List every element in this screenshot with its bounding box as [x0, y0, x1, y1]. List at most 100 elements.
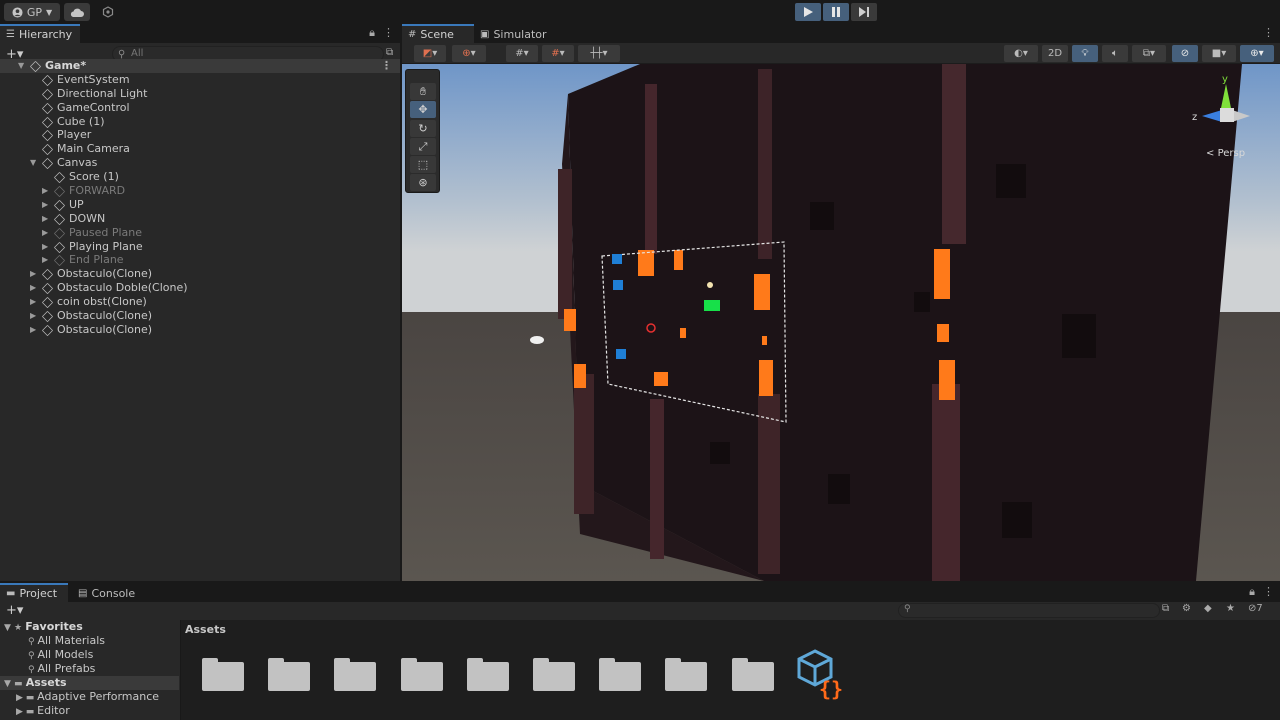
draw-mode-dropdown[interactable]: ◩ ▾ — [414, 45, 446, 62]
transform-tool-button[interactable]: ⊛ — [410, 174, 436, 191]
hierarchy-row[interactable]: ▶ Obstaculo(Clone) — [0, 323, 400, 337]
tab-project[interactable]: ▬ Project — [0, 583, 68, 602]
collapse-arrow-icon[interactable]: ▶ — [30, 309, 36, 323]
toggle-2d-button[interactable]: 2D — [1042, 45, 1068, 62]
folder-icon[interactable] — [202, 658, 244, 691]
collapse-arrow-icon[interactable]: ▶ — [30, 323, 36, 337]
scene-viewport[interactable]: ✋︎ ✥ ↻ ⤢ ⬚ ⊛ y z < Persp — [402, 64, 1280, 581]
ruler-dropdown[interactable]: ┼┼ ▾ — [578, 45, 620, 62]
tab-simulator[interactable]: ▣ Simulator — [474, 24, 554, 43]
global-local-dropdown[interactable]: ⊕ ▾ — [452, 45, 486, 62]
cloud-button[interactable] — [64, 3, 90, 21]
folder-icon[interactable] — [466, 658, 509, 691]
folder-icon[interactable] — [665, 658, 708, 691]
project-search-input[interactable]: ⚲ — [898, 603, 1160, 618]
hierarchy-row[interactable]: ▼ Canvas — [0, 156, 400, 170]
project-tree-item[interactable]: ⚲ All Prefabs — [0, 662, 179, 676]
collapse-arrow-icon[interactable]: ▶ — [42, 184, 48, 198]
orientation-gizmo[interactable]: y z — [1192, 70, 1272, 160]
hierarchy-row[interactable]: Directional Light — [0, 87, 400, 101]
grid-snap-dropdown[interactable]: # ▾ — [506, 45, 538, 62]
hand-tool-button[interactable]: ✋︎ — [410, 83, 436, 100]
tab-hierarchy[interactable]: ☰ Hierarchy — [0, 24, 81, 43]
scene-menu-icon[interactable]: ⋮ — [381, 59, 392, 73]
collapse-arrow-icon[interactable]: ▶ — [42, 253, 48, 267]
favorite-star-icon[interactable]: ★ — [1226, 603, 1235, 614]
collapse-arrow-icon[interactable]: ▶ — [30, 281, 36, 295]
collab-button[interactable] — [95, 3, 121, 21]
project-tree-item[interactable]: ⚲ All Materials — [0, 634, 179, 648]
hierarchy-row[interactable]: ▶ coin obst(Clone) — [0, 295, 400, 309]
hierarchy-row[interactable]: EventSystem — [0, 73, 400, 87]
project-tree-item[interactable]: ▼ ★ Favorites — [0, 620, 179, 634]
audio-toggle[interactable]: 🔈︎ — [1102, 45, 1128, 62]
tab-scene[interactable]: # Scene — [402, 24, 474, 43]
hierarchy-row[interactable]: ▶ FORWARD — [0, 184, 400, 198]
project-tree-item[interactable]: ▼ ▬ Assets — [0, 676, 179, 690]
lock-icon[interactable]: 🔒︎ — [369, 26, 375, 40]
rect-tool-button[interactable]: ⬚ — [410, 156, 436, 173]
hierarchy-row[interactable]: ▶ UP — [0, 198, 400, 212]
folder-icon[interactable] — [334, 658, 377, 691]
hierarchy-row[interactable]: Main Camera — [0, 142, 400, 156]
move-tool-button[interactable]: ✥ — [410, 101, 436, 118]
filter-by-label-icon[interactable]: ◆ — [1204, 603, 1212, 614]
collapse-arrow-icon[interactable]: ▶ — [42, 240, 48, 254]
folder-icon[interactable] — [599, 658, 642, 691]
perspective-label[interactable]: < Persp — [1206, 148, 1245, 159]
hierarchy-row[interactable]: ▶ Paused Plane — [0, 226, 400, 240]
breadcrumb[interactable]: Assets — [185, 623, 226, 636]
collapse-arrow-icon[interactable]: ▶ — [30, 267, 36, 281]
pause-button[interactable] — [823, 3, 849, 21]
collapse-arrow-icon[interactable]: ▶ — [42, 226, 48, 240]
play-button[interactable] — [795, 3, 821, 21]
camera-dropdown[interactable]: ■ ▾ — [1202, 45, 1236, 62]
lighting-toggle[interactable]: 💡︎ — [1072, 45, 1098, 62]
hierarchy-row[interactable]: GameControl — [0, 101, 400, 115]
gizmos-dropdown[interactable]: ⊕ ▾ — [1240, 45, 1274, 62]
kebab-menu-icon[interactable]: ⋮ — [1263, 26, 1274, 39]
scale-tool-button[interactable]: ⤢ — [410, 138, 436, 155]
hierarchy-panel: ☰ Hierarchy 🔒︎ ⋮ +▾ ⚲ All ⧉ ▼ Game* ⋮ Event… — [0, 24, 400, 581]
hidden-packages-icon[interactable]: ⊘7 — [1248, 603, 1263, 614]
collapse-arrow-icon[interactable]: ▶ — [42, 198, 48, 212]
hierarchy-row[interactable]: Score (1) — [0, 170, 400, 184]
kebab-menu-icon[interactable]: ⋮ — [383, 26, 394, 40]
hierarchy-row[interactable]: Cube (1) — [0, 115, 400, 129]
step-button[interactable] — [851, 3, 877, 21]
assembly-definition-icon[interactable]: {} — [795, 648, 847, 700]
folder-icon[interactable] — [533, 658, 575, 691]
collapse-arrow-icon[interactable]: ▶ — [30, 295, 36, 309]
hierarchy-row[interactable]: Player — [0, 128, 400, 142]
create-asset-button[interactable]: +▾ — [6, 603, 23, 618]
effects-dropdown[interactable]: ⧉ ▾ — [1132, 45, 1166, 62]
kebab-menu-icon[interactable]: ⋮ — [1263, 585, 1274, 599]
scene-root-row[interactable]: ▼ Game* ⋮ — [0, 59, 400, 73]
hierarchy-row[interactable]: ▶ Playing Plane — [0, 240, 400, 254]
hierarchy-row[interactable]: ▶ DOWN — [0, 212, 400, 226]
scene-visibility-toggle[interactable]: ⊘ — [1172, 45, 1198, 62]
folder-icon[interactable] — [268, 658, 311, 691]
expand-arrow-icon[interactable]: ▼ — [30, 156, 36, 170]
hierarchy-row[interactable]: ▶ Obstaculo(Clone) — [0, 267, 400, 281]
hierarchy-row-label: FORWARD — [69, 184, 126, 198]
account-dropdown[interactable]: GP ▼ — [4, 3, 60, 21]
collapse-arrow-icon[interactable]: ▶ — [42, 212, 48, 226]
folder-icon[interactable] — [400, 658, 443, 691]
search-scene-icon[interactable]: ⧉ — [386, 47, 393, 58]
hierarchy-row[interactable]: ▶ End Plane — [0, 253, 400, 267]
folder-icon[interactable] — [731, 658, 774, 691]
increment-snap-dropdown[interactable]: # ▾ — [542, 45, 574, 62]
filter-by-type-icon[interactable]: ⚙︎ — [1182, 603, 1191, 614]
hierarchy-row[interactable]: ▶ Obstaculo(Clone) — [0, 309, 400, 323]
shading-mode-dropdown[interactable]: ◐ ▾ — [1004, 45, 1038, 62]
project-tree-item[interactable]: ▶ ▬ Adaptive Performance — [0, 690, 179, 704]
rotate-tool-button[interactable]: ↻ — [410, 120, 436, 137]
project-tree-item[interactable]: ⚲ All Models — [0, 648, 179, 662]
expand-arrow-icon[interactable]: ▼ — [18, 59, 24, 73]
search-by-type-icon[interactable]: ⧉ — [1162, 603, 1169, 614]
lock-icon[interactable]: 🔒︎ — [1249, 585, 1255, 599]
project-tree-item[interactable]: ▶ ▬ Editor — [0, 704, 179, 718]
hierarchy-row[interactable]: ▶ Obstaculo Doble(Clone) — [0, 281, 400, 295]
tab-console[interactable]: ▤ Console — [72, 583, 142, 602]
